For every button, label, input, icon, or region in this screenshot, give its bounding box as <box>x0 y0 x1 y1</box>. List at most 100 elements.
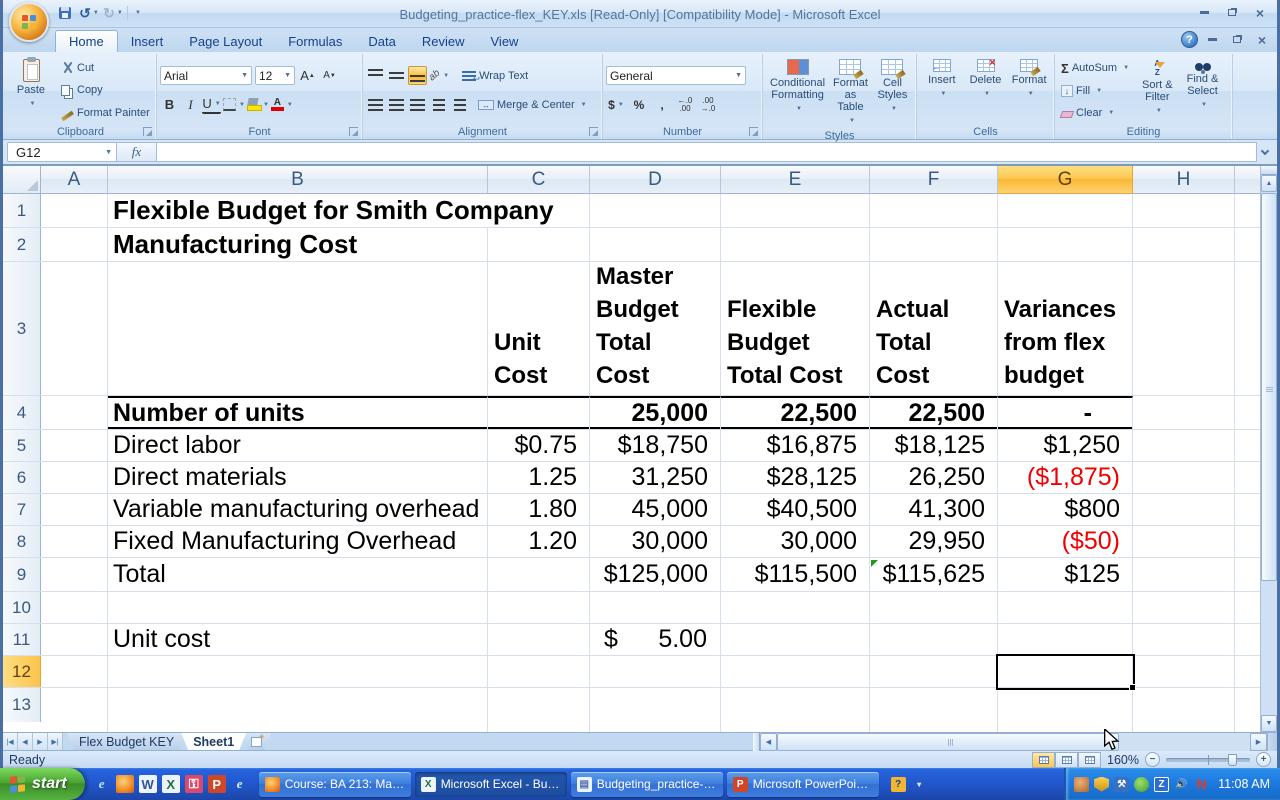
redo-button[interactable]: ↻ <box>103 4 123 22</box>
taskbar-button-powerpoint[interactable]: P Microsoft PowerPoint ... <box>727 772 879 797</box>
paste-button[interactable]: Paste <box>8 56 54 124</box>
number-format-combo[interactable]: General▼ <box>606 66 746 85</box>
zone-icon[interactable]: Z <box>1154 777 1169 792</box>
underline-button[interactable]: U <box>202 95 221 114</box>
shield-icon[interactable] <box>1094 777 1109 792</box>
office-button[interactable] <box>9 2 49 42</box>
find-select-button[interactable]: Find & Select <box>1183 56 1223 124</box>
horizontal-scrollbar[interactable]: ◀ ▶ <box>753 733 1277 751</box>
wrap-text-button[interactable]: Wrap Text <box>459 69 531 83</box>
column-header-a[interactable]: A <box>41 166 108 194</box>
column-header-d[interactable]: D <box>590 166 721 194</box>
cell[interactable] <box>1133 656 1235 687</box>
expand-formula-bar-button[interactable] <box>1257 142 1273 162</box>
selected-cell-outline[interactable] <box>996 654 1135 690</box>
tab-split-handle[interactable] <box>753 733 760 751</box>
cell-f8[interactable]: 29,950 <box>870 526 998 557</box>
cell[interactable] <box>41 494 108 525</box>
horizontal-scroll-track[interactable] <box>777 733 1250 751</box>
n-icon[interactable]: N <box>1194 777 1209 792</box>
tray-agent-icon[interactable] <box>1074 777 1089 792</box>
zoom-level[interactable]: 160% <box>1107 753 1139 767</box>
dialog-launcher-icon[interactable] <box>749 127 758 136</box>
cell[interactable] <box>590 688 721 732</box>
tab-page-layout[interactable]: Page Layout <box>176 30 275 52</box>
updater-icon[interactable] <box>1134 777 1149 792</box>
cell-b9[interactable]: Total <box>108 558 488 591</box>
vertical-scroll-track[interactable] <box>1261 582 1277 715</box>
row-header-12[interactable]: 12 <box>3 656 41 687</box>
taskbar-button-document[interactable]: ▤ Budgeting_practice-fl... <box>571 772 723 797</box>
workbook-minimize-button[interactable] <box>1201 32 1223 47</box>
zoom-slider[interactable] <box>1166 758 1250 762</box>
cell-d4[interactable]: 25,000 <box>590 396 721 429</box>
tools-icon[interactable]: ⚒ <box>1114 777 1129 792</box>
horizontal-scroll-thumb[interactable] <box>777 733 1119 751</box>
volume-icon[interactable]: 🔊 <box>1174 777 1189 792</box>
cell-c8[interactable]: 1.20 <box>488 526 590 557</box>
cell[interactable] <box>41 558 108 591</box>
firefox-icon[interactable] <box>116 775 134 793</box>
bold-button[interactable]: B <box>160 95 179 114</box>
cell[interactable] <box>870 688 998 732</box>
cell[interactable] <box>1133 592 1235 623</box>
row-header-11[interactable]: 11 <box>3 624 41 655</box>
column-header-g[interactable]: G <box>998 166 1133 194</box>
cell[interactable] <box>1133 228 1235 261</box>
close-button[interactable]: × <box>1247 4 1273 21</box>
scroll-down-button[interactable]: ▼ <box>1261 715 1277 732</box>
taskbar-button-course[interactable]: Course: BA 213: Man... <box>259 772 411 797</box>
dialog-launcher-icon[interactable] <box>589 127 598 136</box>
column-header-b[interactable]: B <box>108 166 488 194</box>
format-painter-button[interactable]: Format Painter <box>58 106 153 120</box>
cell-f5[interactable]: $18,125 <box>870 430 998 461</box>
cell[interactable] <box>108 656 488 687</box>
tab-data[interactable]: Data <box>355 30 408 52</box>
row-header-6[interactable]: 6 <box>3 462 41 493</box>
cell-c7[interactable]: 1.80 <box>488 494 590 525</box>
italic-button[interactable]: I <box>181 95 200 114</box>
cell-g7[interactable]: $800 <box>998 494 1133 525</box>
delete-cells-button[interactable]: Delete <box>964 56 1008 124</box>
cell[interactable] <box>998 228 1133 261</box>
vertical-scrollbar[interactable]: ▲ ▼ <box>1260 166 1277 732</box>
scroll-left-button[interactable]: ◀ <box>760 733 777 751</box>
percent-style-button[interactable]: % <box>629 96 649 114</box>
next-sheet-button[interactable]: ▶ <box>33 733 48 750</box>
workbook-restore-button[interactable] <box>1226 32 1248 47</box>
font-size-combo[interactable]: 12▼ <box>255 66 295 85</box>
cell-g4[interactable]: - <box>998 396 1133 429</box>
workbook-close-button[interactable]: × <box>1251 32 1273 47</box>
cell-g3[interactable]: Variances from flex budget <box>998 262 1133 395</box>
cell[interactable] <box>41 194 108 227</box>
bottom-align-button[interactable] <box>408 66 427 85</box>
cell[interactable] <box>590 656 721 687</box>
sort-filter-button[interactable]: Sort & Filter <box>1138 56 1177 124</box>
zoom-slider-handle[interactable] <box>1228 754 1237 766</box>
cell[interactable] <box>1133 462 1235 493</box>
cell[interactable] <box>998 592 1133 623</box>
cell-d8[interactable]: 30,000 <box>590 526 721 557</box>
tab-home[interactable]: Home <box>55 30 118 52</box>
cell-b2[interactable]: Manufacturing Cost <box>108 228 488 261</box>
row-header-8[interactable]: 8 <box>3 526 41 557</box>
zoom-in-button[interactable]: + <box>1256 752 1271 767</box>
cell[interactable] <box>488 592 590 623</box>
top-align-button[interactable] <box>366 66 385 85</box>
cell[interactable] <box>998 194 1133 227</box>
cell-e7[interactable]: $40,500 <box>721 494 870 525</box>
cell[interactable] <box>1133 396 1235 429</box>
cell[interactable] <box>41 656 108 687</box>
cell[interactable] <box>721 624 870 655</box>
cut-button[interactable]: Cut <box>58 60 153 75</box>
powerpoint-icon[interactable]: P <box>208 775 226 793</box>
cell-e5[interactable]: $16,875 <box>721 430 870 461</box>
normal-view-button[interactable] <box>1032 752 1055 768</box>
split-handle[interactable] <box>1261 166 1277 175</box>
column-header-e[interactable]: E <box>721 166 870 194</box>
minimize-button[interactable] <box>1191 4 1217 21</box>
cell[interactable] <box>41 228 108 261</box>
cell-e6[interactable]: $28,125 <box>721 462 870 493</box>
tab-formulas[interactable]: Formulas <box>275 30 355 52</box>
clear-button[interactable]: Clear <box>1058 106 1132 120</box>
